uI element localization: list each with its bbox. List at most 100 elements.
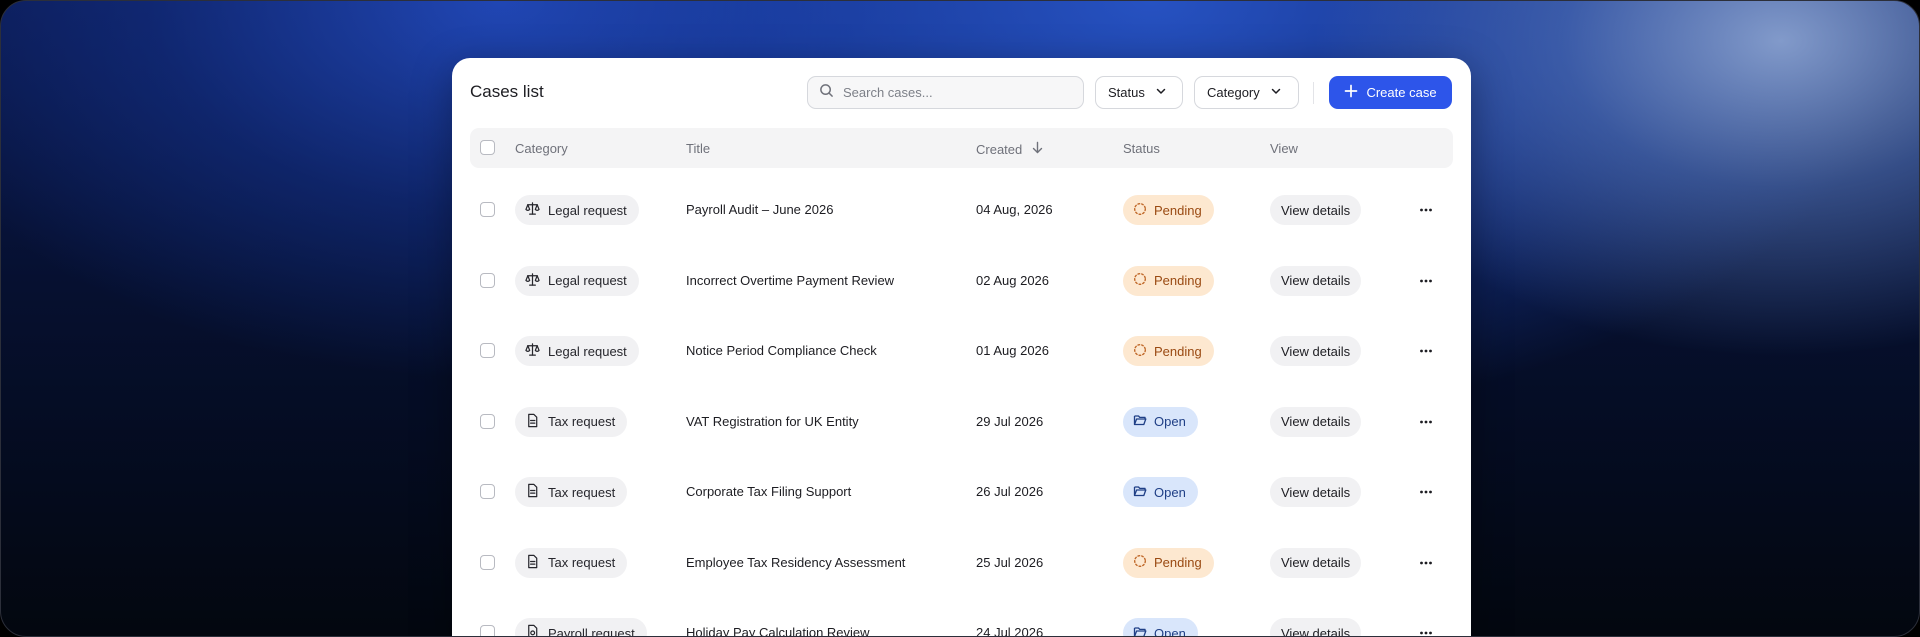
row-checkbox[interactable] xyxy=(480,202,495,217)
case-title: Corporate Tax Filing Support xyxy=(686,484,852,499)
created-date: 24 Jul 2026 xyxy=(976,625,1044,637)
table-row[interactable]: Tax request Employee Tax Residency Assess… xyxy=(470,528,1453,598)
column-header-status[interactable]: Status xyxy=(1123,141,1160,156)
more-options-icon[interactable] xyxy=(1418,625,1434,636)
chevron-down-icon xyxy=(1260,85,1282,100)
column-header-view: View xyxy=(1270,141,1298,156)
row-checkbox[interactable] xyxy=(480,413,495,429)
search-icon xyxy=(819,83,834,103)
created-date: 04 Aug, 2026 xyxy=(976,202,1053,217)
created-date: 29 Jul 2026 xyxy=(976,413,1044,429)
row-checkbox[interactable] xyxy=(480,343,495,358)
status-label: Pending xyxy=(1154,555,1202,570)
document-icon xyxy=(525,413,548,431)
table-row[interactable]: Tax request VAT Registration for UK Entit… xyxy=(470,387,1453,457)
column-header-created-label: Created xyxy=(976,141,1023,157)
scale-icon xyxy=(525,201,548,219)
chevron-down-icon xyxy=(1145,85,1167,100)
view-details-button[interactable]: View details xyxy=(1270,195,1362,225)
status-label: Pending xyxy=(1154,273,1202,288)
case-title: Employee Tax Residency Assessment xyxy=(686,554,906,570)
more-options-icon[interactable] xyxy=(1418,273,1434,289)
case-title: Holiday Pay Calculation Review xyxy=(686,625,870,637)
view-details-button[interactable]: View details xyxy=(1270,406,1362,437)
case-title: Notice Period Compliance Check xyxy=(686,343,877,358)
row-checkbox[interactable] xyxy=(480,625,495,636)
document-icon xyxy=(525,554,548,572)
payroll-document-icon xyxy=(525,624,548,636)
more-options-icon[interactable] xyxy=(1418,414,1434,430)
arrow-down-icon[interactable] xyxy=(1022,141,1044,157)
created-date: 26 Jul 2026 xyxy=(976,484,1044,499)
column-header-title[interactable]: Title xyxy=(686,141,710,156)
category-filter-label: Category xyxy=(1207,85,1260,100)
created-date: 25 Jul 2026 xyxy=(976,554,1044,570)
category-label: Tax request xyxy=(548,555,616,570)
view-details-button[interactable]: View details xyxy=(1270,336,1362,366)
page-title: Cases list xyxy=(470,82,544,101)
status-filter-label: Status xyxy=(1108,85,1145,100)
table-header: Category Title Created Status View xyxy=(470,128,1453,168)
status-badge: Open xyxy=(1123,406,1198,437)
scale-icon xyxy=(525,342,548,360)
status-label: Open xyxy=(1154,625,1186,637)
loading-dashed-circle-icon xyxy=(1133,554,1154,571)
table-row[interactable]: Tax request Corporate Tax Filing Support 2… xyxy=(470,457,1453,527)
table-row[interactable]: Legal request Payroll Audit – June 2026 04… xyxy=(470,175,1453,245)
app-window: Cases list Status Category Create case xyxy=(0,0,1920,637)
table-row[interactable]: Payroll request Holiday Pay Calculation R… xyxy=(470,598,1453,637)
status-badge: Open xyxy=(1123,618,1198,637)
column-header-created[interactable]: Created xyxy=(976,141,1044,157)
search-input[interactable] xyxy=(843,85,1073,100)
more-options-icon[interactable] xyxy=(1418,484,1434,500)
column-header-category[interactable]: Category xyxy=(515,141,568,156)
table-row[interactable]: Legal request Notice Period Compliance Ch… xyxy=(470,316,1453,386)
category-chip: Legal request xyxy=(515,336,639,366)
row-checkbox[interactable] xyxy=(480,554,495,570)
category-filter-dropdown[interactable]: Category xyxy=(1194,76,1299,109)
created-date: 01 Aug 2026 xyxy=(976,343,1050,358)
status-badge: Open xyxy=(1123,477,1198,507)
status-badge: Pending xyxy=(1123,265,1214,296)
more-options-icon[interactable] xyxy=(1418,343,1434,359)
search-box[interactable] xyxy=(807,76,1084,109)
create-case-button[interactable]: Create case xyxy=(1329,76,1452,109)
category-label: Legal request xyxy=(548,202,627,218)
case-title: Incorrect Overtime Payment Review xyxy=(686,272,895,288)
more-options-icon[interactable] xyxy=(1418,202,1434,218)
view-details-button[interactable]: View details xyxy=(1270,547,1362,578)
row-checkbox[interactable] xyxy=(480,484,495,499)
view-details-button[interactable]: View details xyxy=(1270,618,1362,636)
category-label: Tax request xyxy=(548,414,616,429)
create-case-label: Create case xyxy=(1366,85,1437,100)
select-all-checkbox[interactable] xyxy=(480,140,495,155)
folder-open-icon xyxy=(1133,625,1154,636)
status-filter-dropdown[interactable]: Status xyxy=(1095,76,1183,109)
category-chip: Legal request xyxy=(515,265,639,296)
category-label: Legal request xyxy=(548,343,627,359)
case-title: Payroll Audit – June 2026 xyxy=(686,202,834,217)
status-label: Open xyxy=(1154,414,1186,429)
scale-icon xyxy=(525,272,548,290)
status-label: Pending xyxy=(1154,202,1202,218)
category-chip: Legal request xyxy=(515,195,639,225)
more-options-icon[interactable] xyxy=(1418,555,1434,571)
loading-dashed-circle-icon xyxy=(1133,202,1154,219)
category-label: Payroll request xyxy=(548,625,635,637)
row-checkbox[interactable] xyxy=(480,272,495,288)
category-chip: Tax request xyxy=(515,477,628,507)
view-details-button[interactable]: View details xyxy=(1270,265,1362,296)
loading-dashed-circle-icon xyxy=(1133,343,1154,360)
category-chip: Payroll request xyxy=(515,618,647,637)
table-row[interactable]: Legal request Incorrect Overtime Payment … xyxy=(470,246,1453,316)
view-details-button[interactable]: View details xyxy=(1270,477,1362,507)
category-label: Legal request xyxy=(548,273,627,288)
created-date: 02 Aug 2026 xyxy=(976,272,1050,288)
category-chip: Tax request xyxy=(515,406,628,437)
status-badge: Pending xyxy=(1123,547,1214,578)
category-label: Tax request xyxy=(548,484,616,500)
status-label: Open xyxy=(1154,484,1186,500)
folder-open-icon xyxy=(1133,413,1154,430)
status-badge: Pending xyxy=(1123,336,1214,366)
status-label: Pending xyxy=(1154,343,1202,359)
